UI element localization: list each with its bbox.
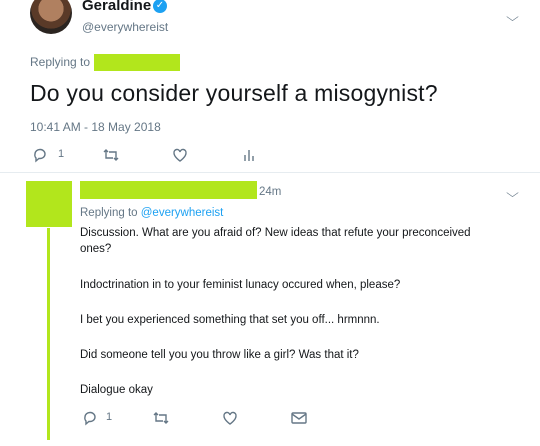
reply-time-ago[interactable]: 24m <box>259 186 281 198</box>
author-handle[interactable]: @everywhereist <box>82 20 168 34</box>
tweet-action-bar: 1 <box>30 145 330 165</box>
reply-like-icon[interactable] <box>222 410 238 426</box>
reply-paragraph-5: Dialogue okay <box>80 384 153 396</box>
tweet-divider <box>0 172 540 173</box>
thread-line <box>47 228 50 440</box>
reply-paragraph-2: Indoctrination in to your feminist lunac… <box>80 279 401 291</box>
reply-author-redacted <box>80 181 257 199</box>
chevron-down-icon[interactable]: ⌵ <box>506 10 519 25</box>
reply-reply-icon[interactable] <box>82 410 98 426</box>
retweet-icon[interactable] <box>102 147 120 163</box>
redacted-mention <box>94 54 180 71</box>
reply-paragraph-4: Did someone tell you you throw like a gi… <box>80 349 359 361</box>
reply-reply-count: 1 <box>106 411 113 423</box>
verified-badge-icon: ✓ <box>153 0 167 13</box>
author-avatar[interactable] <box>30 0 72 34</box>
reply-count: 1 <box>58 148 65 160</box>
like-icon[interactable] <box>172 147 188 163</box>
reply-chevron-down-icon[interactable]: ⌵ <box>506 186 519 201</box>
replying-to-label: Replying to <box>30 55 90 69</box>
reply-paragraph-3: I bet you experienced something that set… <box>80 314 380 326</box>
reply-replying-handle[interactable]: @everywhereist <box>141 207 224 219</box>
reply-retweet-icon[interactable] <box>152 410 170 426</box>
reply-replying-to: Replying to @everywhereist <box>80 205 500 221</box>
tweet-timestamp[interactable]: 10:41 AM - 18 May 2018 <box>30 120 161 134</box>
replying-prefix: Replying to <box>30 55 91 69</box>
reply-action-bar: 1 <box>80 408 340 428</box>
analytics-icon[interactable] <box>242 147 256 163</box>
reply-paragraph-1: Discussion. What are you afraid of? New … <box>80 227 471 255</box>
tweet-text: Do you consider yourself a misogynist? <box>30 80 438 106</box>
author-name[interactable]: Geraldine <box>82 0 151 14</box>
direct-message-icon[interactable] <box>290 410 308 426</box>
reply-icon[interactable] <box>32 147 48 163</box>
reply-avatar-redacted <box>26 181 72 227</box>
reply-replying-prefix: Replying to <box>80 207 138 219</box>
